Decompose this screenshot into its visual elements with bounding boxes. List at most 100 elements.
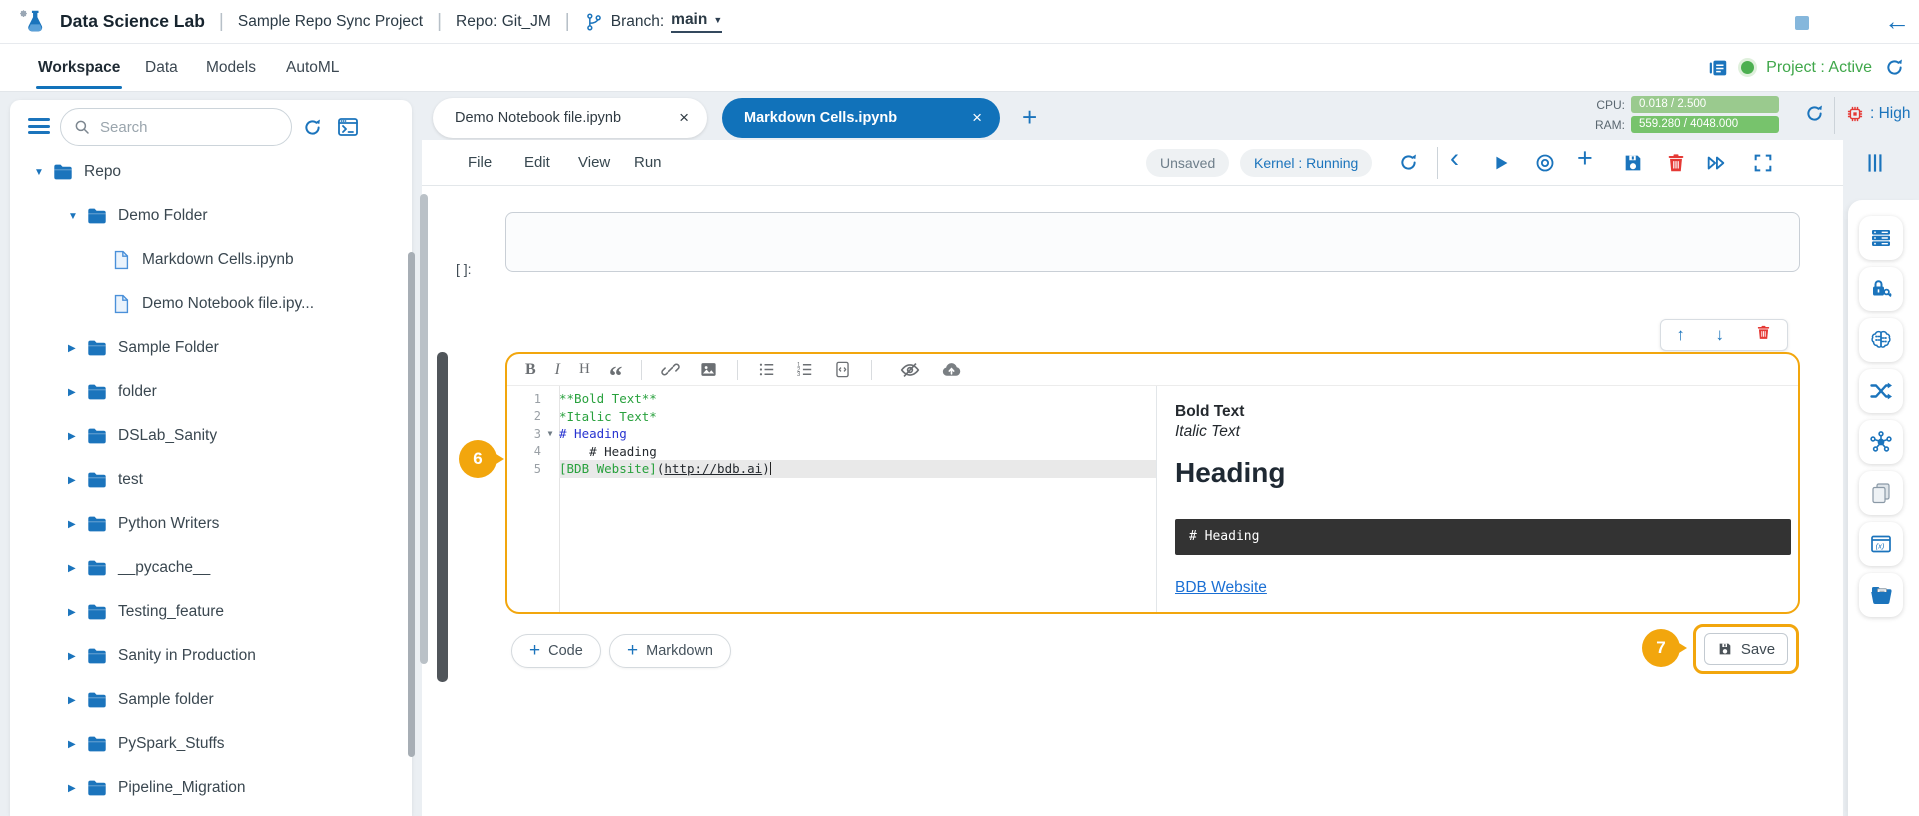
- add-cell-icon[interactable]: +: [1577, 143, 1593, 174]
- tree-item-test[interactable]: ▶test: [10, 458, 400, 502]
- code-line-4[interactable]: 4 # Heading: [507, 443, 1156, 461]
- copy-files-icon[interactable]: [1859, 471, 1903, 515]
- code-line-1[interactable]: 1**Bold Text**: [507, 390, 1156, 408]
- tree-item-sanity-in-production[interactable]: ▶Sanity in Production: [10, 634, 400, 678]
- image-icon[interactable]: [699, 360, 718, 379]
- hide-preview-icon[interactable]: [899, 359, 921, 381]
- caret-right-icon[interactable]: ▶: [68, 519, 86, 530]
- sidebar-scrollbar[interactable]: [408, 252, 415, 757]
- terminal-icon[interactable]: [336, 115, 360, 139]
- connections-network-icon[interactable]: [1859, 420, 1903, 464]
- caret-right-icon[interactable]: ▶: [68, 343, 86, 354]
- tree-item-repo[interactable]: ▼Repo: [10, 150, 400, 194]
- notebook-tab-markdown-cells[interactable]: Markdown Cells.ipynb ×: [722, 98, 1000, 138]
- add-code-cell-button[interactable]: + Code: [511, 634, 601, 668]
- nav-tab-data[interactable]: Data: [145, 44, 178, 91]
- fullscreen-icon[interactable]: [1752, 152, 1774, 174]
- tree-item-demo-folder[interactable]: ▼Demo Folder: [10, 194, 400, 238]
- transforms-shuffle-icon[interactable]: [1859, 369, 1903, 413]
- caret-down-icon[interactable]: ▼: [68, 211, 86, 222]
- nav-tab-workspace[interactable]: Workspace: [38, 44, 120, 91]
- tree-item-folder[interactable]: ▶folder: [10, 370, 400, 414]
- caret-right-icon[interactable]: ▶: [68, 431, 86, 442]
- tree-item-pipeline-migration[interactable]: ▶Pipeline_Migration: [10, 766, 400, 810]
- caret-right-icon[interactable]: ▶: [68, 563, 86, 574]
- refresh-icon[interactable]: [302, 117, 323, 138]
- caret-right-icon[interactable]: ▶: [68, 475, 86, 486]
- panel-toggle-icon[interactable]: [1862, 150, 1888, 176]
- code-line-5[interactable]: 5[BDB Website](http://bdb.ai): [507, 460, 1156, 478]
- markdown-editor[interactable]: 1**Bold Text**2*Italic Text*3▼# Heading4…: [507, 386, 1156, 614]
- add-markdown-cell-button[interactable]: + Markdown: [609, 634, 731, 668]
- nav-tab-automl[interactable]: AutoML: [286, 44, 339, 91]
- caret-right-icon[interactable]: ▶: [68, 387, 86, 398]
- refresh-icon[interactable]: [1884, 57, 1905, 78]
- repo-artifacts-icon[interactable]: [1859, 573, 1903, 617]
- run-all-cells-icon[interactable]: [1705, 152, 1727, 174]
- code-line-3[interactable]: 3▼# Heading: [507, 425, 1156, 443]
- delete-cell-icon[interactable]: [1665, 152, 1687, 174]
- heading-icon[interactable]: H: [579, 361, 590, 378]
- tree-item-dslab-sanity[interactable]: ▶DSLab_Sanity: [10, 414, 400, 458]
- caret-right-icon[interactable]: ▶: [68, 783, 86, 794]
- bullet-list-icon[interactable]: [757, 360, 776, 379]
- empty-code-cell[interactable]: [505, 212, 1800, 272]
- branch-selector[interactable]: Branch: main ▼: [584, 11, 723, 33]
- notebook-tab-demo-notebook[interactable]: Demo Notebook file.ipynb ×: [433, 98, 707, 138]
- menu-icon[interactable]: [28, 118, 50, 134]
- link-icon[interactable]: [661, 360, 680, 379]
- code-line-2[interactable]: 2*Italic Text*: [507, 408, 1156, 426]
- markdown-cell[interactable]: B I H “ 123: [505, 352, 1800, 614]
- upload-icon[interactable]: [940, 358, 963, 381]
- datasets-icon[interactable]: [1859, 216, 1903, 260]
- preview-link[interactable]: BDB Website: [1175, 579, 1267, 597]
- variables-icon[interactable]: (x): [1859, 522, 1903, 566]
- tree-item-python-writers[interactable]: ▶Python Writers: [10, 502, 400, 546]
- search-box[interactable]: [60, 108, 292, 146]
- bold-icon[interactable]: B: [525, 361, 536, 379]
- menu-view[interactable]: View: [578, 140, 610, 186]
- save-button[interactable]: Save: [1704, 633, 1788, 665]
- delete-cell-icon[interactable]: [1755, 324, 1772, 346]
- tree-item-sample-folder[interactable]: ▶Sample folder: [10, 678, 400, 722]
- tree-item-sample-folder[interactable]: ▶Sample Folder: [10, 326, 400, 370]
- algorithms-brain-icon[interactable]: [1859, 318, 1903, 362]
- italic-icon[interactable]: I: [555, 361, 560, 379]
- interrupt-kernel-icon[interactable]: [1534, 152, 1556, 174]
- back-icon[interactable]: ←: [1884, 6, 1910, 37]
- close-icon[interactable]: ×: [679, 108, 689, 128]
- tree-item-pyspark-stuffs[interactable]: ▶PySpark_Stuffs: [10, 722, 400, 766]
- caret-right-icon[interactable]: ▶: [68, 651, 86, 662]
- notebook-scrollbar[interactable]: [420, 194, 428, 664]
- caret-right-icon[interactable]: ▶: [68, 607, 86, 618]
- blockquote-icon[interactable]: “: [609, 371, 623, 381]
- search-input[interactable]: [100, 119, 260, 136]
- tree-item-markdown-cells-ipynb[interactable]: Markdown Cells.ipynb: [10, 238, 400, 282]
- secrets-lock-icon[interactable]: [1859, 267, 1903, 311]
- code-block-icon[interactable]: [833, 360, 852, 379]
- refresh-icon[interactable]: [1804, 103, 1825, 124]
- menu-file[interactable]: File: [468, 140, 492, 186]
- fold-caret-icon[interactable]: ▼: [541, 429, 559, 438]
- caret-right-icon[interactable]: ▶: [68, 695, 86, 706]
- menu-edit[interactable]: Edit: [524, 140, 550, 186]
- save-notebook-icon[interactable]: [1622, 152, 1644, 174]
- caret-right-icon[interactable]: ▶: [68, 739, 86, 750]
- tree-item-demo-notebook-file-ipy[interactable]: Demo Notebook file.ipy...: [10, 282, 400, 326]
- refresh-kernel-icon[interactable]: [1398, 152, 1419, 173]
- project-report-icon[interactable]: [1707, 57, 1729, 79]
- numbered-list-icon[interactable]: 123: [795, 360, 814, 379]
- caret-down-icon[interactable]: ▼: [34, 167, 52, 178]
- stop-kernel-icon[interactable]: [1795, 16, 1809, 30]
- tree-item-testing-feature[interactable]: ▶Testing_feature: [10, 590, 400, 634]
- kernel-status-badge: Kernel : Running: [1240, 149, 1372, 177]
- nav-tab-models[interactable]: Models: [206, 44, 256, 91]
- menu-run[interactable]: Run: [634, 140, 662, 186]
- close-icon[interactable]: ×: [972, 108, 982, 128]
- tree-item-pycache[interactable]: ▶__pycache__: [10, 546, 400, 590]
- add-tab-icon[interactable]: +: [1022, 102, 1037, 133]
- collapse-toolbar-icon[interactable]: ‹: [1450, 143, 1459, 174]
- run-cell-icon[interactable]: [1490, 152, 1512, 174]
- move-cell-down-icon[interactable]: ↓: [1715, 325, 1724, 345]
- move-cell-up-icon[interactable]: ↑: [1676, 325, 1685, 345]
